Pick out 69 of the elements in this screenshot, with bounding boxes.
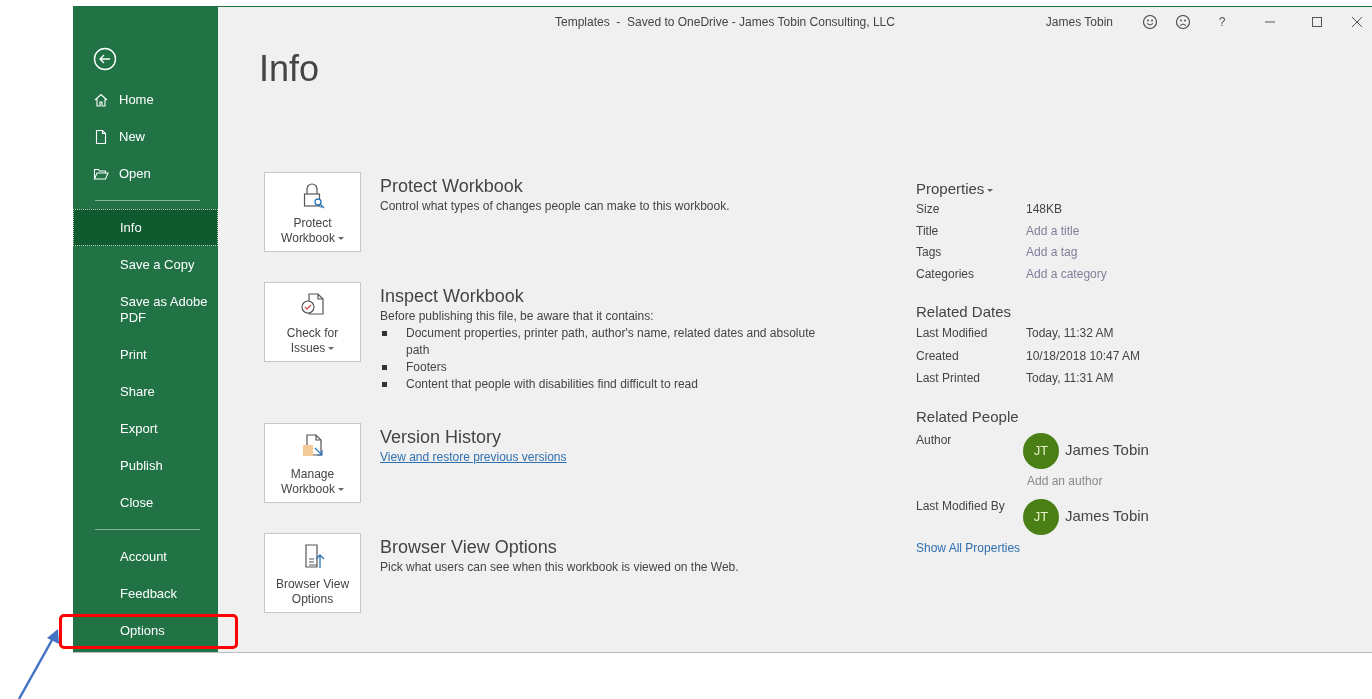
properties-heading[interactable]: Properties bbox=[916, 179, 1177, 199]
sidebar-item[interactable]: Save as Adobe PDF bbox=[73, 283, 218, 336]
sidebar-item[interactable]: Publish bbox=[73, 447, 218, 484]
avatar: JT bbox=[1023, 432, 1059, 469]
bullet-mark bbox=[382, 382, 387, 387]
bullet-mark bbox=[382, 365, 387, 370]
property-label: Author bbox=[916, 431, 953, 449]
home-icon bbox=[93, 91, 109, 108]
sidebar-item[interactable]: Save a Copy bbox=[73, 246, 218, 283]
sidebar-item[interactable]: Share bbox=[73, 373, 218, 410]
property-label: Created bbox=[916, 347, 960, 365]
property-label: Size bbox=[916, 201, 941, 218]
property-value: 10/18/2018 10:47 AM bbox=[1026, 347, 1141, 365]
property-label: Tags bbox=[916, 244, 943, 261]
user-name: James Tobin bbox=[1045, 14, 1113, 31]
property-label: Last Modified By bbox=[916, 497, 1006, 515]
page-title: Info bbox=[259, 51, 321, 87]
property-label: Title bbox=[916, 222, 940, 240]
smiley-icon bbox=[1142, 14, 1158, 30]
avatar: JT bbox=[1023, 498, 1059, 535]
section-title: Browser View Options bbox=[380, 536, 558, 558]
sidebar-item[interactable]: Feedback bbox=[73, 575, 218, 612]
sidebar-item[interactable]: New bbox=[73, 118, 218, 155]
property-field[interactable]: Add a title bbox=[1026, 220, 1176, 242]
show-all-link[interactable]: Show All Properties bbox=[916, 539, 1021, 556]
property-field[interactable]: Add a category bbox=[1026, 263, 1176, 285]
arrow bbox=[17, 629, 59, 699]
close-icon bbox=[1351, 16, 1363, 28]
person-name: James Tobin bbox=[1065, 506, 1149, 527]
maximize-icon bbox=[1311, 16, 1323, 28]
sidebar-item[interactable]: Close bbox=[73, 484, 218, 521]
bullet-mark bbox=[382, 331, 387, 336]
workbook-button[interactable]: Protect Workbook bbox=[264, 172, 361, 252]
sidebar-item[interactable]: Export bbox=[73, 410, 218, 447]
back-button[interactable] bbox=[93, 47, 117, 71]
sidebar-item[interactable]: Print bbox=[73, 336, 218, 373]
property-label: Categories bbox=[916, 265, 976, 283]
property-value: Today, 11:32 AM bbox=[1026, 325, 1114, 342]
workbook-button[interactable]: Manage Workbook bbox=[264, 423, 361, 503]
author-field[interactable]: Add an author bbox=[1027, 471, 1177, 490]
property-field[interactable]: Add a tag bbox=[1026, 242, 1176, 264]
document-icon bbox=[93, 128, 109, 145]
sidebar-item[interactable]: Home bbox=[73, 81, 218, 118]
section-heading: Related Dates bbox=[916, 302, 1013, 322]
bullet-text: Footers bbox=[406, 359, 447, 376]
frown-icon bbox=[1175, 14, 1191, 30]
property-label: Last Printed bbox=[916, 370, 982, 387]
section-title: Version History bbox=[380, 426, 503, 448]
section-description: Before publishing this file, be aware that it contains: bbox=[380, 308, 655, 325]
help-button[interactable]: ? bbox=[1212, 10, 1232, 34]
section-title: Protect Workbook bbox=[380, 175, 524, 197]
section-title: Inspect Workbook bbox=[380, 285, 525, 307]
workbook-button[interactable]: Browser View Options bbox=[264, 533, 361, 613]
property-label: Last Modified bbox=[916, 325, 989, 342]
sidebar-item[interactable]: Open bbox=[73, 155, 218, 192]
sidebar-item[interactable]: Info bbox=[73, 209, 218, 246]
property-value: 148KB bbox=[1026, 201, 1063, 218]
sidebar-item[interactable]: Options bbox=[73, 612, 218, 649]
section-description: Control what types of changes people can make to this workbook. bbox=[380, 198, 730, 215]
sidebar-item[interactable]: Account bbox=[73, 538, 218, 575]
bullet-text: Document properties, printer path, author's name, related dates and absolute path bbox=[406, 325, 817, 359]
versions-link[interactable]: View and restore previous versions bbox=[380, 450, 567, 464]
section-description: Pick what users can see when this workbook is viewed on the Web. bbox=[380, 559, 739, 576]
bullet-text: Content that people with disabilities find difficult to read bbox=[406, 376, 698, 393]
section-heading: Related People bbox=[916, 406, 1020, 427]
window-title: Templates - Saved to OneDrive - James Tobin Consulting, LLC bbox=[555, 14, 895, 31]
person-name: James Tobin bbox=[1065, 440, 1149, 461]
property-value: Today, 11:31 AM bbox=[1026, 370, 1114, 387]
workbook-button[interactable]: Check for Issues bbox=[264, 282, 361, 362]
